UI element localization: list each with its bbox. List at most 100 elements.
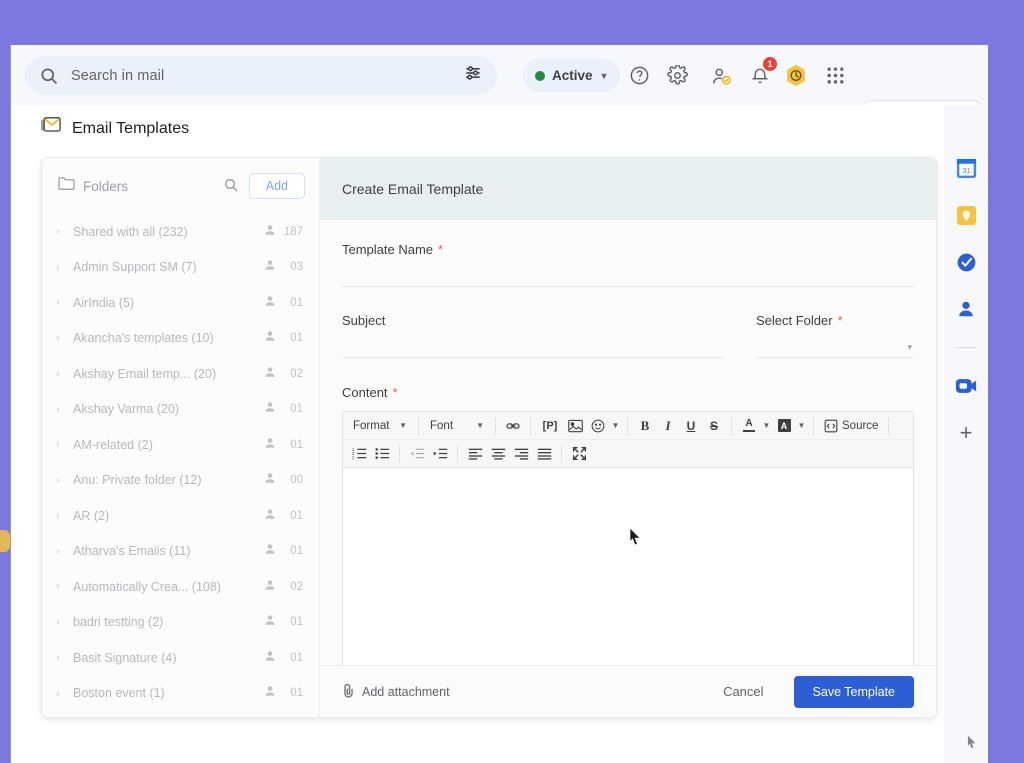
google-apps-icon[interactable]: [819, 59, 852, 92]
chevron-right-icon[interactable]: ›: [56, 404, 65, 415]
chevron-right-icon[interactable]: ›: [56, 581, 65, 592]
folder-user-count: 02: [290, 367, 303, 380]
person-icon: [264, 329, 276, 347]
save-template-button[interactable]: Save Template: [793, 675, 914, 708]
bold-icon[interactable]: B: [635, 416, 655, 436]
contacts-icon[interactable]: [705, 59, 738, 92]
add-folder-button[interactable]: Add: [248, 173, 305, 199]
cancel-button[interactable]: Cancel: [707, 676, 779, 707]
placeholder-icon[interactable]: [P]: [538, 416, 562, 436]
status-dropdown[interactable]: Active ▼: [523, 59, 621, 92]
folder-row[interactable]: › Admin Support SM (7) 03: [42, 250, 319, 286]
folder-row[interactable]: › Shared with all (232) 187: [42, 214, 319, 250]
folder-meta: 187: [264, 223, 303, 241]
numbered-list-icon[interactable]: 1 2 3: [349, 444, 369, 464]
help-icon[interactable]: [623, 59, 656, 92]
folder-row[interactable]: › AR (2) 01: [42, 498, 319, 534]
italic-icon[interactable]: I: [658, 416, 678, 436]
source-label: Source: [842, 419, 879, 432]
increase-indent-icon[interactable]: [430, 444, 450, 464]
maximize-icon[interactable]: [569, 444, 589, 464]
chevron-right-icon[interactable]: ›: [56, 368, 65, 379]
select-folder-underline: [756, 357, 914, 358]
search-placeholder-text: Search in mail: [71, 67, 165, 84]
chevron-right-icon[interactable]: ›: [56, 297, 65, 308]
hiver-clock-icon[interactable]: [779, 59, 812, 92]
folder-row[interactable]: › Basit Signature (4) 01: [42, 640, 319, 676]
chevron-down-icon[interactable]: ▾: [907, 342, 912, 353]
chevron-right-icon[interactable]: ›: [56, 262, 65, 273]
decrease-indent-icon[interactable]: [407, 444, 427, 464]
chevron-right-icon[interactable]: ›: [56, 333, 65, 344]
strikethrough-icon[interactable]: S: [704, 416, 724, 436]
google-meet-icon[interactable]: [955, 375, 977, 397]
folder-meta: 01: [264, 400, 303, 418]
person-icon: [264, 258, 276, 276]
folder-row[interactable]: › AM-related (2) 01: [42, 427, 319, 463]
folder-row[interactable]: › Akshay Email temp... (20) 02: [42, 356, 319, 392]
emoji-icon[interactable]: [588, 416, 608, 436]
underline-icon[interactable]: U: [681, 416, 701, 436]
add-attachment-button[interactable]: Add attachment: [342, 683, 450, 701]
folder-row[interactable]: › Akshay Varma (20) 01: [42, 392, 319, 428]
settings-gear-icon[interactable]: [661, 59, 694, 92]
align-center-icon[interactable]: [488, 444, 508, 464]
folders-list[interactable]: › Shared with all (232) 187 › Admin Support …: [42, 214, 319, 711]
hiver-side-tab[interactable]: [0, 530, 10, 552]
insert-image-icon[interactable]: [565, 416, 585, 436]
google-keep-icon[interactable]: [955, 204, 977, 226]
google-calendar-icon[interactable]: 31: [955, 157, 977, 179]
folder-user-count: 01: [290, 687, 303, 700]
template-name-field[interactable]: Template Name *: [342, 242, 914, 287]
folder-row[interactable]: › badri testting (2) 01: [42, 605, 319, 641]
chevron-right-icon[interactable]: ›: [56, 617, 65, 628]
chevron-right-icon[interactable]: ›: [56, 688, 65, 699]
chevron-right-icon[interactable]: ›: [56, 226, 65, 237]
source-button[interactable]: Source: [821, 419, 881, 433]
folder-meta: 01: [264, 507, 303, 525]
subject-underline: [342, 357, 724, 358]
insert-link-icon[interactable]: [503, 416, 523, 436]
chevron-down-icon[interactable]: ▼: [611, 421, 620, 430]
subject-label-row: Subject: [342, 313, 724, 328]
chevron-down-icon[interactable]: ▼: [797, 421, 806, 430]
chevron-right-icon[interactable]: ›: [56, 652, 65, 663]
folder-meta: 01: [264, 294, 303, 312]
folder-row[interactable]: › AirIndia (5) 01: [42, 285, 319, 321]
subject-folder-row: Subject Select Folder * ▾: [342, 313, 914, 358]
folder-row[interactable]: › Akancha's templates (10) 01: [42, 321, 319, 357]
chevron-right-icon[interactable]: ›: [56, 510, 65, 521]
folder-meta: 00: [264, 471, 303, 489]
chevron-right-icon[interactable]: ›: [56, 475, 65, 486]
background-color-icon[interactable]: A: [774, 416, 794, 436]
select-folder-field[interactable]: Select Folder * ▾: [756, 313, 914, 358]
font-dropdown[interactable]: Font ▼: [426, 415, 488, 436]
folder-name: Automatically Crea... (108): [73, 579, 221, 594]
align-right-icon[interactable]: [511, 444, 531, 464]
editor-content-area[interactable]: [343, 468, 913, 687]
chevron-down-icon[interactable]: ▼: [762, 421, 771, 430]
align-left-icon[interactable]: [465, 444, 485, 464]
align-justify-icon[interactable]: [534, 444, 554, 464]
folder-meta: 03: [264, 258, 303, 276]
notifications-bell-icon[interactable]: 1: [743, 57, 777, 92]
google-tasks-icon[interactable]: [955, 251, 977, 273]
folder-row[interactable]: › Automatically Crea... (108) 02: [42, 569, 319, 605]
folder-row[interactable]: › Boston event (1) 01: [42, 676, 319, 712]
chevron-right-icon[interactable]: ›: [56, 546, 65, 557]
google-contacts-icon[interactable]: [955, 298, 977, 320]
folder-row[interactable]: › Anu: Private folder (12) 00: [42, 463, 319, 499]
add-shortcut-button[interactable]: +: [960, 422, 973, 444]
format-dropdown[interactable]: Format ▼: [349, 415, 411, 436]
rail-divider: [956, 347, 976, 348]
chevron-right-icon[interactable]: ›: [56, 439, 65, 450]
subject-field[interactable]: Subject: [342, 313, 724, 358]
bulleted-list-icon[interactable]: [372, 444, 392, 464]
chevron-down-icon: ▼: [476, 421, 484, 430]
search-input[interactable]: Search in mail: [25, 56, 497, 95]
folders-search-icon[interactable]: [223, 177, 241, 195]
text-color-icon[interactable]: A: [739, 416, 759, 436]
folder-user-count: 01: [290, 332, 303, 345]
folder-row[interactable]: › Atharva's Emails (11) 01: [42, 534, 319, 570]
search-options-icon[interactable]: [463, 63, 483, 88]
